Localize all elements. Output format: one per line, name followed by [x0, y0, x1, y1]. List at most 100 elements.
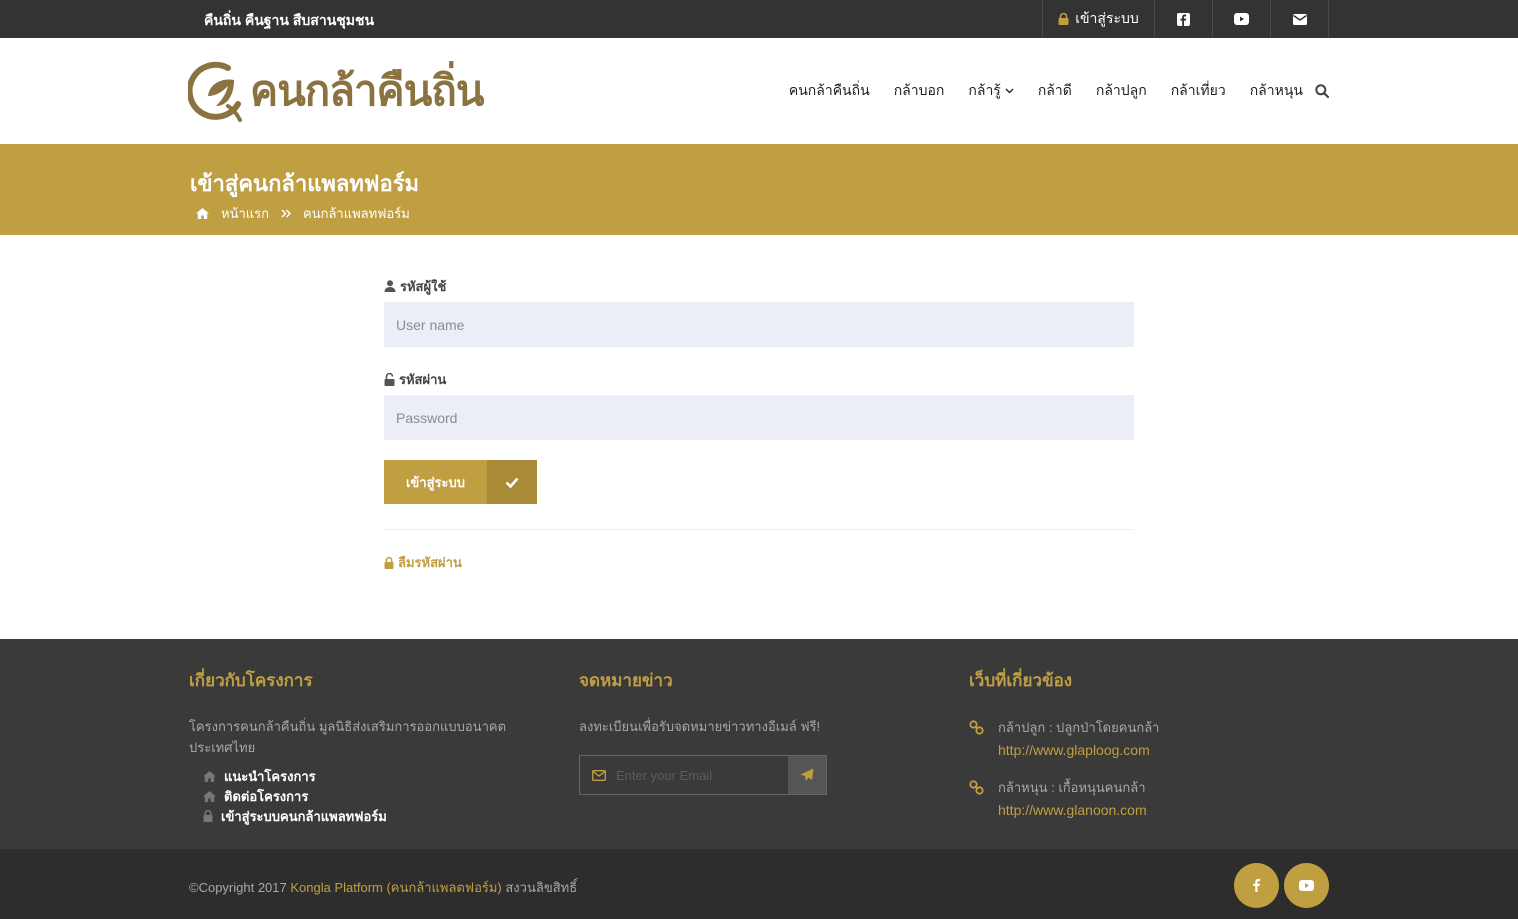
copyright-bar: ©Copyright 2017 Kongla Platform (คนกล้าแ… — [0, 849, 1518, 919]
site-header: คนกล้าคืนถิ่น คนกล้าคืนถิ่น กล้าบอก กล้า… — [0, 38, 1518, 144]
nav-label: กล้าเที่ยว — [1170, 82, 1226, 98]
leaf-logo-icon — [188, 61, 242, 122]
footer-link-intro[interactable]: แนะนำโครงการ — [203, 766, 519, 786]
related-item: กล้าหนุน : เกื้อหนุนคนกล้า http://www.gl… — [969, 776, 1159, 822]
password-label: รหัสผ่าน — [384, 369, 1134, 389]
related-item-url[interactable]: http://www.glanoon.com — [998, 799, 1147, 822]
lock-icon — [384, 556, 394, 569]
footer-link-contact[interactable]: ติดต่อโครงการ — [203, 786, 519, 806]
copyright-brand-link[interactable]: Kongla Platform (คนกล้าแพลตฟอร์ม) — [290, 880, 501, 895]
nav-label: กล้ารู้ — [968, 82, 1001, 98]
site-logo[interactable]: คนกล้าคืนถิ่น — [188, 60, 485, 122]
double-chevron-right-icon — [281, 209, 291, 218]
page-title: เข้าสู่คนกล้าแพลทฟอร์ม — [190, 171, 420, 196]
top-links: เข้าสู่ระบบ — [1042, 0, 1329, 38]
nav-label: คนกล้าคืนถิ่น — [788, 82, 870, 98]
search-button[interactable] — [1315, 84, 1329, 98]
facebook-icon — [1177, 12, 1190, 26]
login-submit-button[interactable]: เข้าสู่ระบบ — [384, 460, 537, 504]
chevron-down-icon — [1005, 88, 1014, 94]
nav-item-konkla[interactable]: คนกล้าคืนถิ่น — [789, 80, 870, 102]
lock-icon — [203, 810, 213, 822]
top-facebook-link[interactable] — [1155, 0, 1213, 38]
breadcrumb-home[interactable]: หน้าแรก — [221, 203, 269, 224]
newsletter-submit-button[interactable] — [788, 756, 826, 794]
top-login-link[interactable]: เข้าสู่ระบบ — [1043, 0, 1155, 38]
top-email-link[interactable] — [1271, 0, 1329, 38]
username-input[interactable] — [384, 302, 1134, 347]
login-submit-check — [487, 460, 537, 504]
nav-label: กล้าหนุน — [1249, 82, 1303, 98]
footer-facebook-button[interactable] — [1234, 863, 1279, 908]
username-label-text: รหัสผู้ใช้ — [400, 278, 447, 294]
link-icon — [969, 720, 984, 735]
related-item-url[interactable]: http://www.glaploog.com — [998, 739, 1159, 762]
unlock-icon — [384, 372, 395, 386]
tagline: คืนถิ่น คืนฐาน สืบสานชุมชน — [204, 12, 375, 28]
form-divider — [384, 529, 1134, 530]
related-item-name: กล้าปลูก : ปลูกป่าโดยคนกล้า — [998, 720, 1160, 735]
paper-plane-icon — [800, 768, 814, 781]
breadcrumb: หน้าแรก คนกล้าแพลทฟอร์ม — [196, 203, 410, 224]
footer-related: เว็บที่เกี่ยวข้อง กล้าปลูก : ปลูกป่าโดยค… — [969, 667, 1159, 836]
footer-youtube-button[interactable] — [1284, 863, 1329, 908]
lock-icon — [1058, 13, 1069, 25]
nav-item-klanoon[interactable]: กล้าหนุน — [1250, 80, 1303, 102]
search-icon — [1315, 84, 1329, 98]
top-bar: คืนถิ่น คืนฐาน สืบสานชุมชน เข้าสู่ระบบ — [0, 0, 1518, 38]
footer-link-label: แนะนำโครงการ — [224, 768, 316, 784]
page-title-banner: เข้าสู่คนกล้าแพลทฟอร์ม หน้าแรก คนกล้าแพล… — [0, 144, 1518, 235]
youtube-icon — [1234, 13, 1249, 25]
home-icon — [203, 770, 216, 782]
nav-item-kladee[interactable]: กล้าดี — [1038, 80, 1072, 102]
footer-newsletter: จดหมายข่าว ลงทะเบียนเพื่อรับจดหมายข่าวทา… — [579, 667, 909, 795]
facebook-icon — [1253, 879, 1260, 892]
newsletter-form — [579, 755, 827, 795]
link-icon — [969, 780, 984, 795]
footer-about: เกี่ยวกับโครงการ โครงการคนกล้าคืนถิ่น มู… — [189, 667, 519, 826]
login-form: รหัสผู้ใช้ รหัสผ่าน เข้าสู่ระบบ ลืมรหัสผ… — [384, 276, 1134, 573]
newsletter-email-input[interactable] — [616, 767, 781, 783]
footer-socials — [1234, 863, 1329, 908]
footer-newsletter-title: จดหมายข่าว — [579, 671, 673, 690]
user-icon — [384, 280, 396, 292]
footer-newsletter-description: ลงทะเบียนเพื่อรับจดหมายข่าวทางอีเมล์ ฟรี… — [579, 719, 821, 734]
check-icon — [505, 477, 519, 488]
footer-link-label: เข้าสู่ระบบคนกล้าแพลทฟอร์ม — [221, 808, 387, 824]
youtube-icon — [1299, 880, 1314, 891]
top-youtube-link[interactable] — [1213, 0, 1271, 38]
envelope-icon — [592, 769, 606, 781]
footer-link-label: ติดต่อโครงการ — [224, 788, 309, 804]
logo-text: คนกล้าคืนถิ่น — [250, 67, 485, 114]
nav-label: กล้าบอก — [893, 82, 945, 98]
site-footer: เกี่ยวกับโครงการ โครงการคนกล้าคืนถิ่น มู… — [0, 639, 1518, 849]
forgot-password-label: ลืมรหัสผ่าน — [398, 555, 462, 570]
forgot-password-link[interactable]: ลืมรหัสผ่าน — [384, 552, 1134, 573]
password-label-text: รหัสผ่าน — [399, 371, 447, 387]
home-icon — [196, 208, 209, 219]
main-nav: คนกล้าคืนถิ่น กล้าบอก กล้ารู้ กล้าดี กล้… — [765, 80, 1329, 102]
envelope-icon — [1292, 13, 1307, 25]
nav-label: กล้าดี — [1037, 82, 1072, 98]
nav-item-klabok[interactable]: กล้าบอก — [894, 80, 945, 102]
nav-item-klaploog[interactable]: กล้าปลูก — [1096, 80, 1147, 102]
footer-about-links: แนะนำโครงการ ติดต่อโครงการ เข้าสู่ระบบคน… — [203, 766, 519, 826]
top-login-label: เข้าสู่ระบบ — [1075, 10, 1139, 26]
username-label: รหัสผู้ใช้ — [384, 276, 1134, 296]
footer-about-description: โครงการคนกล้าคืนถิ่น มูลนิธิส่งเสริมการอ… — [189, 719, 507, 755]
related-item-name: กล้าหนุน : เกื้อหนุนคนกล้า — [998, 780, 1146, 795]
nav-item-klatiew[interactable]: กล้าเที่ยว — [1171, 80, 1226, 102]
nav-label: กล้าปลูก — [1095, 82, 1147, 98]
nav-item-klaru[interactable]: กล้ารู้ — [968, 80, 1014, 102]
login-submit-label: เข้าสู่ระบบ — [384, 460, 487, 504]
footer-link-login[interactable]: เข้าสู่ระบบคนกล้าแพลทฟอร์ม — [203, 806, 519, 826]
related-item: กล้าปลูก : ปลูกป่าโดยคนกล้า http://www.g… — [969, 716, 1159, 762]
home-icon — [203, 790, 216, 802]
copyright-prefix: ©Copyright 2017 — [189, 880, 291, 895]
footer-about-title: เกี่ยวกับโครงการ — [189, 671, 313, 690]
copyright-suffix: สงวนลิขสิทธิ์ — [501, 880, 578, 895]
copyright-text: ©Copyright 2017 Kongla Platform (คนกล้าแ… — [189, 877, 577, 898]
footer-related-title: เว็บที่เกี่ยวข้อง — [969, 671, 1073, 690]
password-input[interactable] — [384, 395, 1134, 440]
breadcrumb-current: คนกล้าแพลทฟอร์ม — [303, 206, 410, 221]
